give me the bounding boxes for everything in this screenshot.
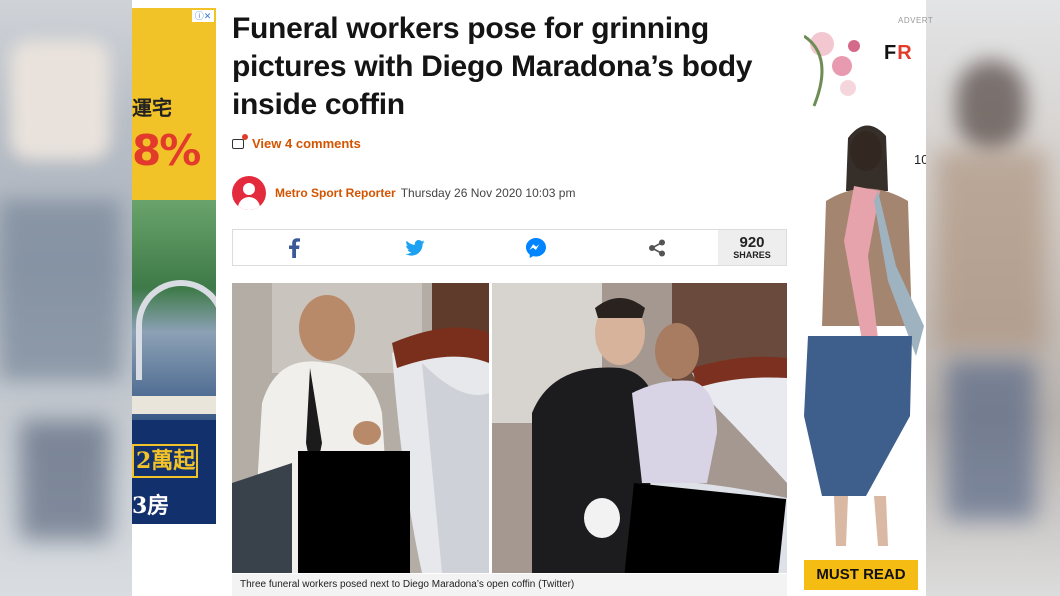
byline: Metro Sport Reporter Thursday 26 Nov 202… [232, 176, 575, 210]
redaction-box-right [624, 483, 787, 573]
share-counter: 920 SHARES [718, 230, 786, 265]
adchoices-icon[interactable]: ⓘ✕ [192, 10, 214, 22]
photo-left [232, 283, 489, 573]
facebook-icon [288, 237, 300, 258]
article-photos [232, 283, 787, 573]
photo-right [492, 283, 787, 573]
photo-caption: Three funeral workers posed next to Dieg… [232, 574, 787, 596]
comments-link[interactable]: View 4 comments [232, 133, 361, 151]
redaction-box-left [298, 451, 410, 573]
twitter-icon [405, 239, 425, 256]
comments-link-label[interactable]: View 4 comments [252, 136, 361, 151]
ad-left-price: 2萬起 [132, 444, 198, 478]
twitter-share-button[interactable] [354, 230, 475, 265]
share-count-label: SHARES [733, 250, 771, 260]
generic-share-button[interactable] [597, 230, 718, 265]
blurred-background-left [0, 0, 132, 596]
ad-left-percent: 8% [132, 126, 201, 175]
author-avatar [232, 176, 266, 210]
share-count-number: 920 [739, 234, 765, 251]
ad-left-rooms: 3房 [132, 493, 170, 519]
brand-logo: FR [884, 42, 913, 64]
share-bar: 920 SHARES [232, 229, 787, 266]
blurred-background-right [926, 0, 1060, 596]
share-icon [649, 239, 666, 256]
ad-left-photo [132, 200, 216, 420]
article-headline: Funeral workers pose for grinning pictur… [232, 12, 753, 121]
messenger-share-button[interactable] [476, 230, 597, 265]
ad-left-headline: 運宅 [132, 96, 172, 120]
author-name[interactable]: Metro Sport Reporter [275, 186, 396, 200]
comment-icon [232, 133, 248, 149]
advert-label: ADVERT [898, 16, 934, 25]
facebook-share-button[interactable] [233, 230, 354, 265]
right-advertisement[interactable]: FR 10 [804, 26, 926, 596]
publish-date: Thursday 26 Nov 2020 10:03 pm [400, 186, 576, 200]
ad-right-illustration [804, 32, 924, 546]
messenger-icon [526, 237, 547, 258]
ad-right-side-text: 10 [914, 152, 926, 167]
left-advertisement[interactable]: ⓘ✕ 運宅 8% 2萬起 3房 [132, 8, 216, 524]
must-read-button[interactable]: MUST READ [804, 560, 918, 590]
